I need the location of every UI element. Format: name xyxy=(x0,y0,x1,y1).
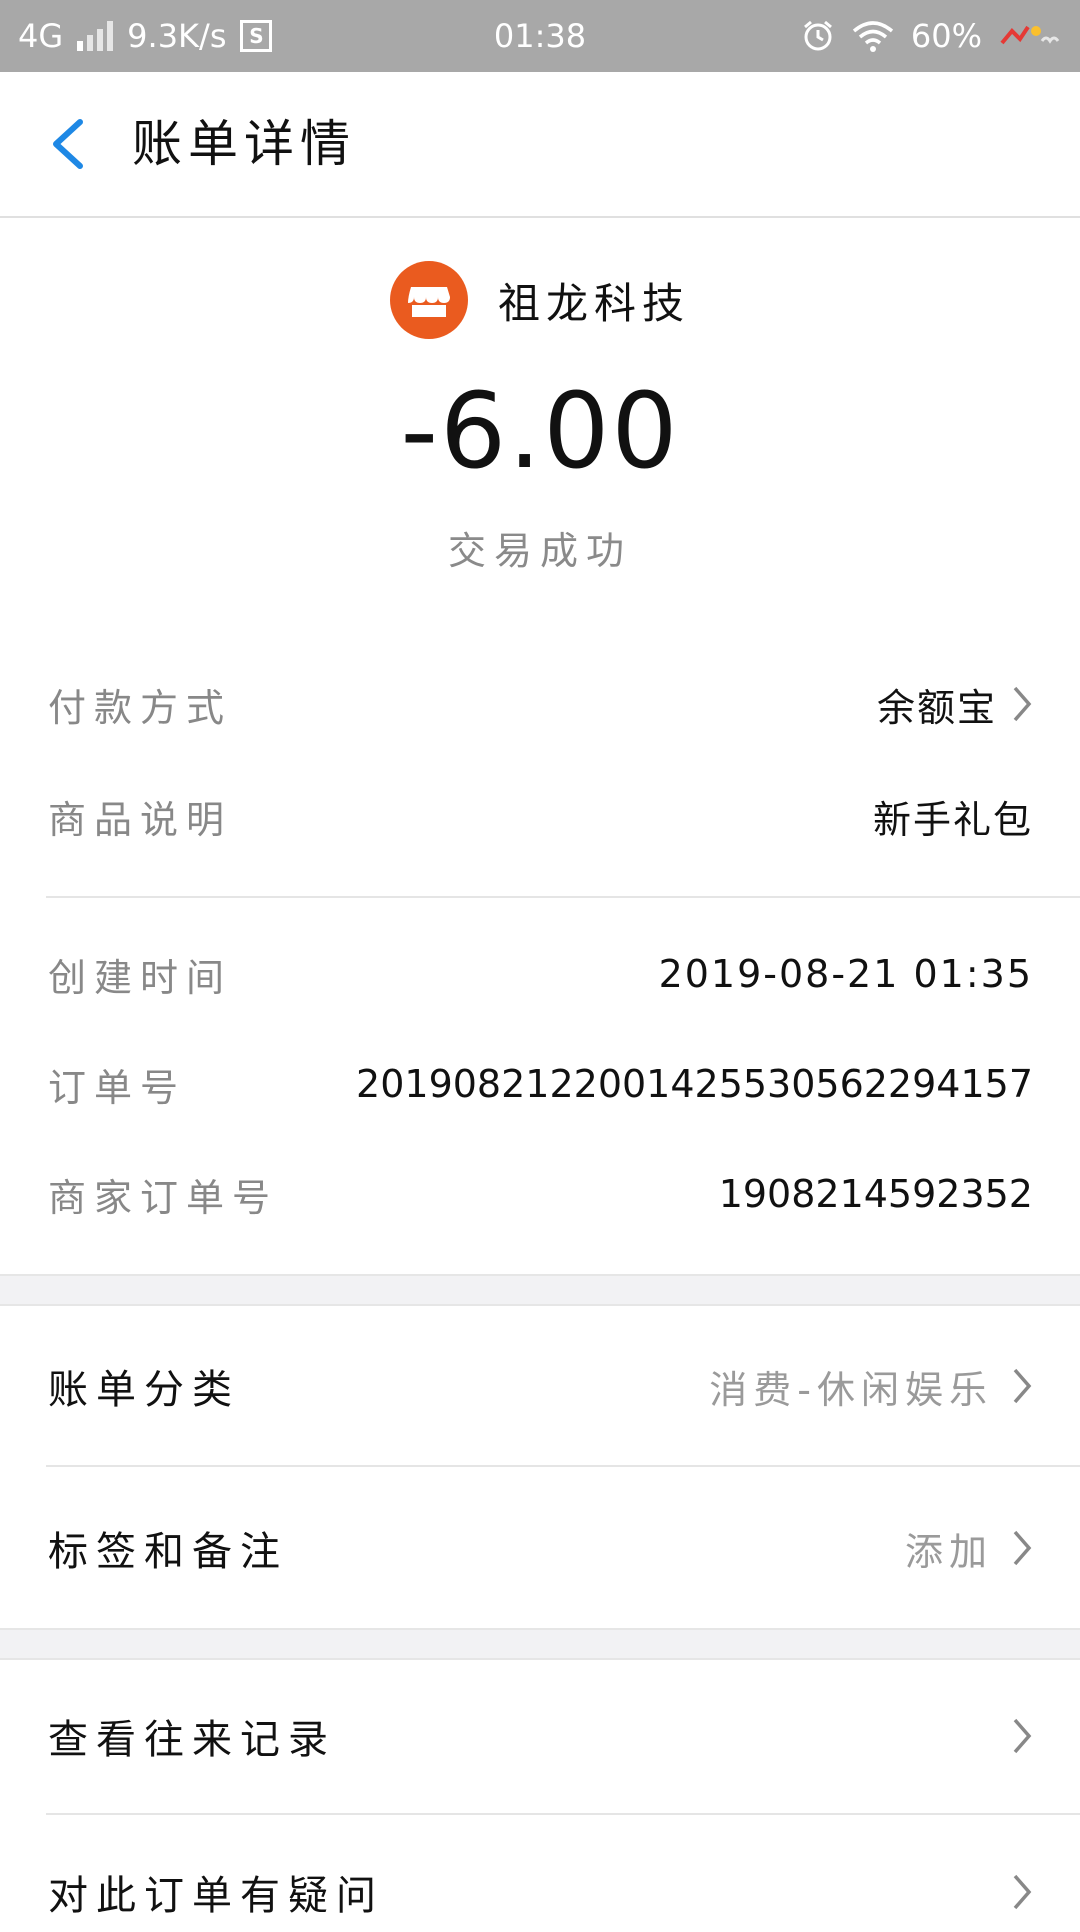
add-tag-value: 添加 xyxy=(904,1529,993,1574)
network-speed: 9.3K/s xyxy=(127,17,227,55)
action-value: 消费-休闲娱乐 xyxy=(709,1359,1033,1414)
payment-method-value: 余额宝 xyxy=(876,685,997,730)
detail-row-merchant-order-number: 商家订单号 1908214592352 xyxy=(48,1164,1033,1224)
network-type: 4G xyxy=(18,17,64,55)
action-value: 添加 xyxy=(905,1521,1033,1576)
detail-value: 2019-08-21 01:35 xyxy=(658,952,1033,996)
transaction-status: 交易成功 xyxy=(447,529,632,573)
detail-label: 订单号 xyxy=(48,1065,187,1110)
detail-row-created-time: 创建时间 2019-08-21 01:35 xyxy=(48,944,1033,1004)
action-label: 账单分类 xyxy=(48,1367,240,1413)
action-row-order-question[interactable]: 对此订单有疑问 xyxy=(48,1852,1033,1932)
status-left: 4G 9.3K/s S xyxy=(18,0,273,72)
status-right: 60% xyxy=(801,0,1062,72)
action-label: 查看往来记录 xyxy=(48,1717,336,1763)
merchant-name: 祖龙科技 xyxy=(497,278,690,328)
action-row-tags-notes[interactable]: 标签和备注 添加 xyxy=(48,1508,1033,1588)
action-label: 标签和备注 xyxy=(48,1529,288,1575)
page-title: 账单详情 xyxy=(132,115,356,173)
header-bar: 账单详情 xyxy=(0,72,1080,218)
detail-label: 创建时间 xyxy=(48,955,233,1000)
alarm-icon xyxy=(803,20,832,51)
battery-level: 60% xyxy=(910,17,982,55)
detail-label: 商家订单号 xyxy=(48,1175,279,1220)
chevron-right-icon xyxy=(1013,1530,1032,1566)
detail-row-payment-method[interactable]: 付款方式 余额宝 xyxy=(48,674,1033,734)
signal-icon xyxy=(77,21,114,51)
section-gap xyxy=(0,1628,1080,1660)
chevron-right-icon xyxy=(1013,1718,1032,1754)
section-gap xyxy=(0,1274,1080,1306)
transaction-amount: -6.00 xyxy=(400,370,680,492)
chevron-right-icon xyxy=(1013,1368,1032,1404)
action-value xyxy=(1011,1716,1033,1756)
row-divider xyxy=(46,1465,1080,1467)
detail-row-product: 商品说明 新手礼包 xyxy=(48,786,1033,846)
wifi-icon xyxy=(852,21,894,52)
detail-label: 付款方式 xyxy=(48,685,233,730)
back-arrow-icon[interactable] xyxy=(40,114,100,174)
status-bar: 4G 9.3K/s S 01:38 60% xyxy=(0,0,1080,72)
action-label: 对此订单有疑问 xyxy=(48,1873,384,1919)
detail-value: 2019082122001425530562294157 xyxy=(356,1062,1033,1106)
chevron-right-icon xyxy=(1013,1874,1032,1910)
section-divider xyxy=(46,896,1080,898)
row-divider xyxy=(46,1813,1080,1815)
battery-icon xyxy=(1000,25,1060,45)
detail-value: 余额宝 xyxy=(877,677,1033,732)
detail-value: 1908214592352 xyxy=(718,1172,1033,1216)
sim-icon: S xyxy=(240,20,273,52)
detail-value: 新手礼包 xyxy=(872,797,1033,842)
chevron-right-icon xyxy=(1013,686,1032,722)
action-row-view-records[interactable]: 查看往来记录 xyxy=(48,1696,1033,1776)
merchant-info: 祖龙科技 xyxy=(0,260,1080,340)
bill-category-value: 消费-休闲娱乐 xyxy=(709,1367,993,1412)
action-value xyxy=(1011,1872,1033,1912)
detail-label: 商品说明 xyxy=(48,797,233,842)
detail-row-order-number: 订单号 2019082122001425530562294157 xyxy=(48,1054,1033,1114)
store-icon xyxy=(389,261,468,339)
action-row-bill-category[interactable]: 账单分类 消费-休闲娱乐 xyxy=(48,1346,1033,1426)
